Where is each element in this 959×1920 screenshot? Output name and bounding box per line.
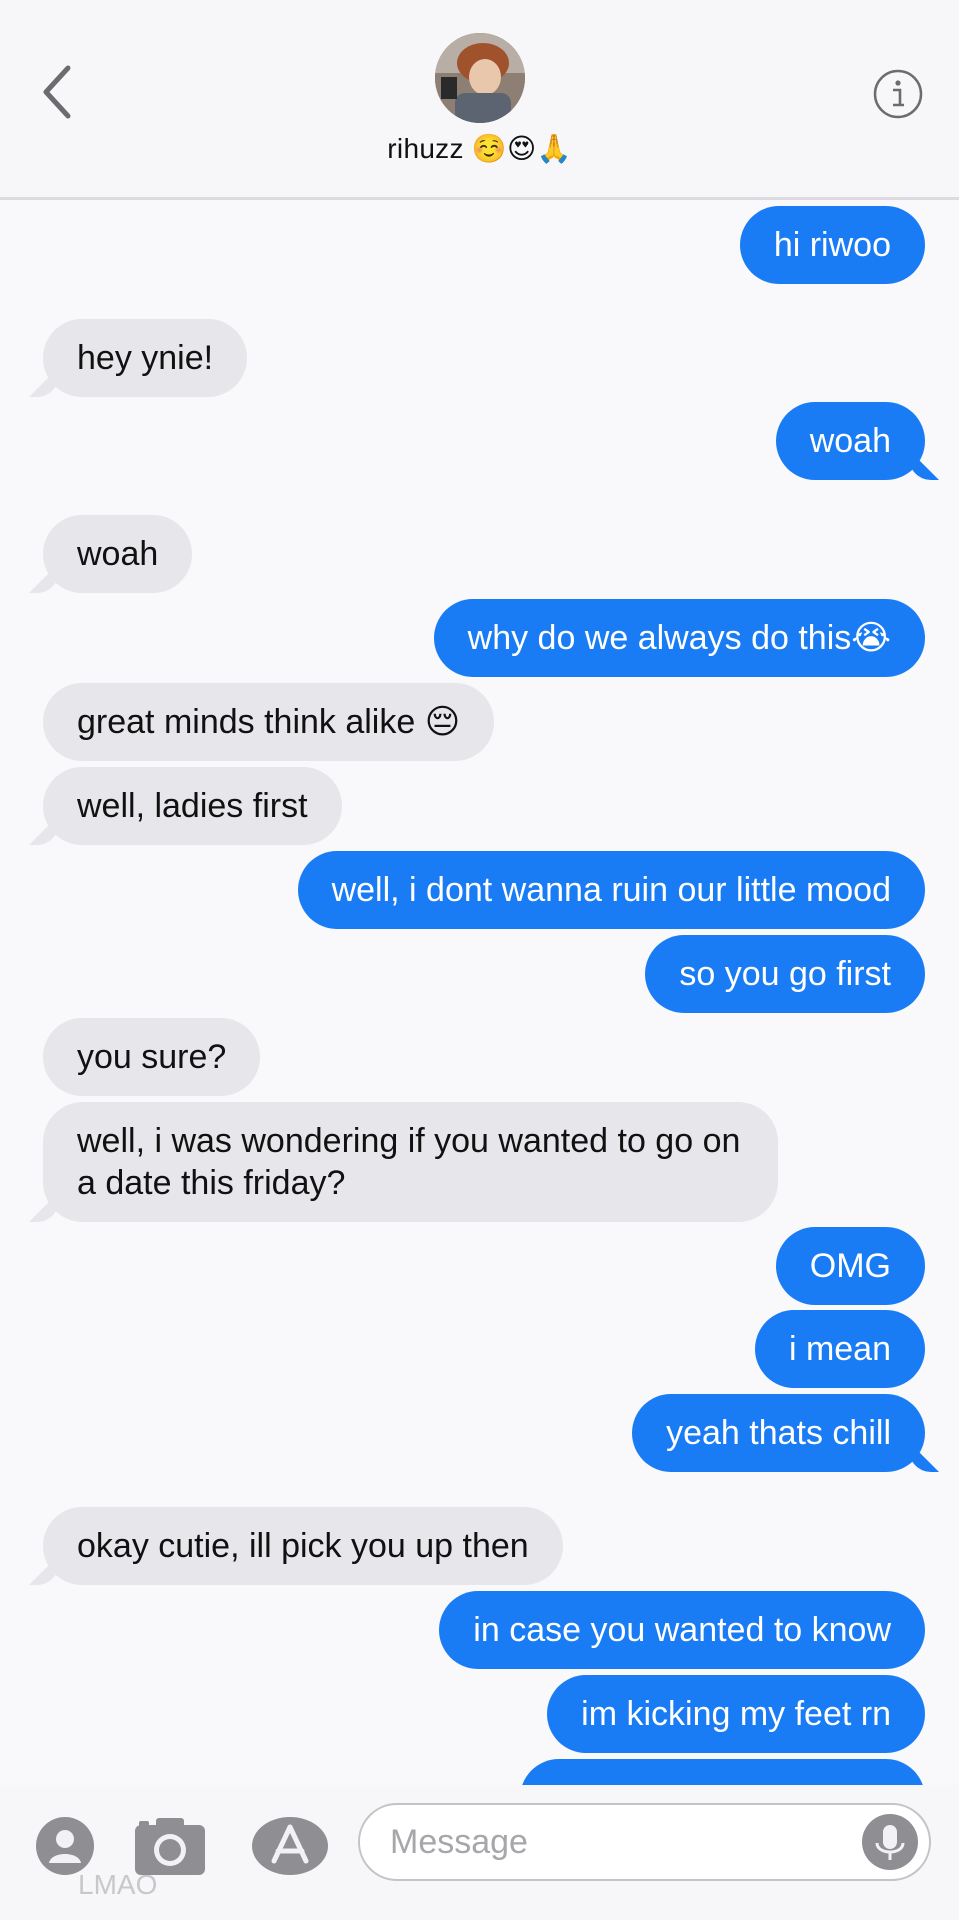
received-message[interactable]: woah (43, 515, 193, 593)
sent-message[interactable]: im kicking my feet rn (547, 1675, 925, 1753)
chevron-left-icon[interactable] (38, 62, 78, 122)
sent-message[interactable]: woah (775, 402, 925, 480)
sent-message[interactable]: in case you wanted to know (439, 1591, 925, 1669)
message-input-container[interactable] (358, 1803, 931, 1881)
sent-message[interactable]: hi riwoo (739, 206, 925, 284)
message-input[interactable] (390, 1805, 830, 1879)
received-message[interactable]: you sure? (43, 1018, 261, 1096)
sent-message[interactable]: OMG (775, 1227, 925, 1305)
info-icon[interactable] (872, 68, 924, 120)
sent-message[interactable]: well, i dont wanna ruin our little mood (297, 851, 925, 929)
received-message[interactable]: okay cutie, ill pick you up then (43, 1507, 563, 1585)
sent-message[interactable]: yeah thats chill (632, 1394, 925, 1472)
sent-message-partial[interactable] (520, 1759, 925, 1785)
contact-name[interactable]: rihuzz ☺️😍🙏 (0, 132, 959, 165)
message-thread[interactable]: hi riwoo hey ynie! woah woah why do we a… (0, 203, 959, 1785)
received-message[interactable]: hey ynie! (43, 319, 248, 397)
sent-message[interactable]: so you go first (645, 935, 925, 1013)
contact-avatar[interactable] (435, 33, 525, 123)
sent-message[interactable]: i mean (754, 1310, 925, 1388)
app-store-icon[interactable] (250, 1815, 330, 1877)
received-message[interactable]: well, ladies first (43, 767, 342, 845)
sent-message[interactable]: why do we always do this😭 (433, 599, 925, 677)
conversation-header: rihuzz ☺️😍🙏 (0, 0, 959, 200)
message-composer: LMAO (0, 1785, 959, 1920)
camera-icon[interactable] (132, 1815, 208, 1877)
received-message[interactable]: well, i was wondering if you wanted to g… (43, 1102, 778, 1222)
mic-icon[interactable] (861, 1813, 919, 1871)
received-message[interactable]: great minds think alike 😔 (43, 683, 495, 761)
contact-icon[interactable] (34, 1815, 96, 1877)
